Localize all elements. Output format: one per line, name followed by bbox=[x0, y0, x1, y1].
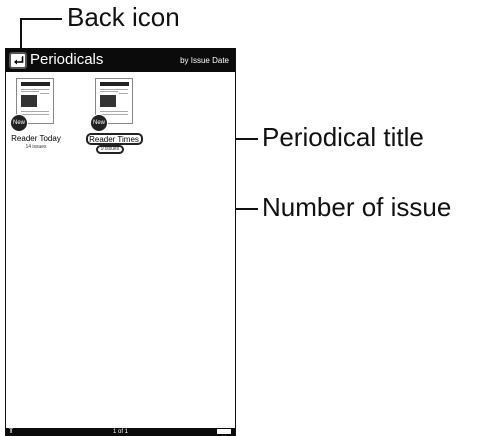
page-title: Periodicals bbox=[30, 51, 104, 68]
callout-line bbox=[20, 18, 22, 50]
cover-text-line bbox=[40, 89, 49, 90]
page-indicator: 1 of 1 bbox=[112, 429, 128, 435]
battery-icon bbox=[217, 429, 231, 434]
sort-order-label[interactable]: by Issue Date bbox=[180, 56, 229, 66]
reader-screen: Periodicals by Issue Date New Reader Tod… bbox=[5, 48, 236, 436]
cover-text-line bbox=[40, 93, 49, 94]
back-button[interactable] bbox=[9, 52, 27, 69]
new-badge: New bbox=[10, 114, 28, 132]
cover-text-line bbox=[21, 114, 49, 115]
cover-text-line bbox=[100, 91, 118, 92]
issue-count: 9 issues bbox=[100, 146, 120, 152]
status-bar: 𝗧 1 of 1 bbox=[6, 428, 235, 436]
back-arrow-icon bbox=[13, 56, 23, 65]
callout-number-of-issue: Number of issue bbox=[262, 192, 452, 222]
cover-text-line bbox=[119, 89, 128, 90]
periodical-title: Reader Today bbox=[11, 134, 61, 143]
cover-text-line bbox=[21, 111, 49, 112]
periodical-title: Reader Times bbox=[89, 135, 139, 144]
cover-masthead bbox=[100, 82, 129, 86]
new-badge: New bbox=[90, 114, 108, 132]
cover-masthead bbox=[21, 82, 50, 86]
periodical-item[interactable]: New Reader Times 9 issues bbox=[86, 78, 162, 173]
cover-photo bbox=[100, 95, 116, 107]
cover-photo bbox=[21, 95, 37, 107]
issue-count: 14 issues bbox=[25, 144, 47, 150]
periodical-item[interactable]: New Reader Today 14 issues bbox=[6, 78, 76, 173]
callout-periodical-title: Periodical title bbox=[262, 122, 424, 152]
title-bar: Periodicals by Issue Date bbox=[6, 48, 235, 72]
callout-back-icon: Back icon bbox=[67, 2, 180, 32]
cover-text-line bbox=[100, 111, 128, 112]
cover-text-line bbox=[119, 93, 128, 94]
callout-line bbox=[20, 18, 62, 20]
cover-text-line bbox=[21, 91, 39, 92]
